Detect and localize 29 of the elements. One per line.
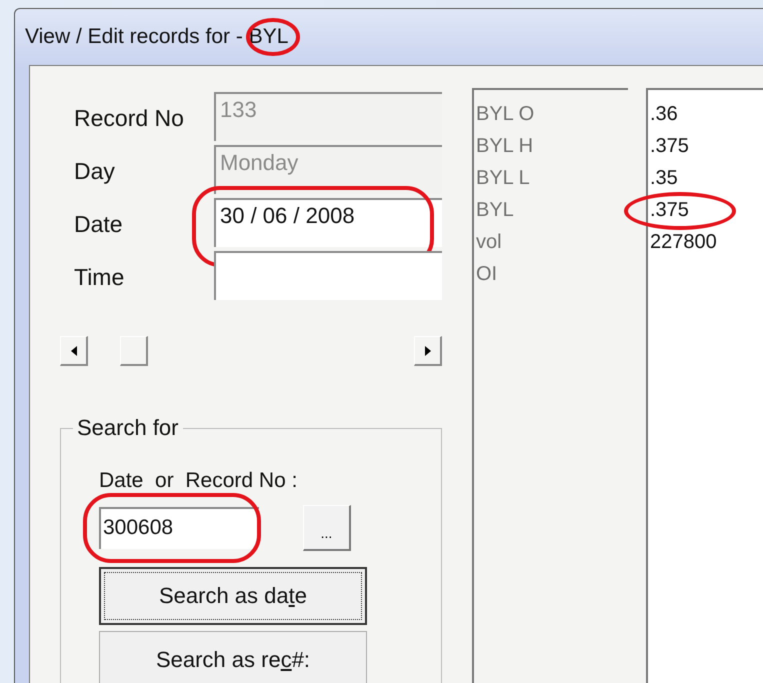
field-value: .375 [650,135,689,157]
field-name: BYL O [476,102,536,127]
scroll-thumb[interactable] [120,336,148,366]
field-value: .35 [650,167,678,189]
window-title-symbol: BYL [248,25,288,48]
scroll-left-button[interactable] [60,336,88,366]
field-value: 227800 [650,231,717,253]
field-name: vol [476,230,503,255]
field-label: Date [73,211,124,238]
search-button[interactable]: Search as rec#: [99,631,367,683]
right-arrow-icon [424,346,430,356]
browse-button[interactable]: ... [303,505,351,551]
field-name: BYL [476,198,515,223]
field-value: .375 [650,199,689,221]
field-value: .36 [650,103,678,125]
text-field[interactable] [214,251,442,300]
field-label: Day [73,158,116,185]
field-label: Time [73,264,126,291]
field-name: BYL L [476,166,531,191]
field-name: BYL H [476,134,534,159]
field-label: Record No [73,105,185,132]
search-field[interactable]: 300608 [99,507,259,549]
scroll-right-button[interactable] [414,336,442,366]
left-arrow-icon [70,346,76,356]
field-name: OI [476,262,498,287]
text-field[interactable]: 30 / 06 / 2008 [214,198,442,247]
search-button[interactable]: Search as date [99,567,367,625]
window-title: View / Edit records for - [25,25,244,49]
search-label: Date or Record No : [99,469,298,492]
